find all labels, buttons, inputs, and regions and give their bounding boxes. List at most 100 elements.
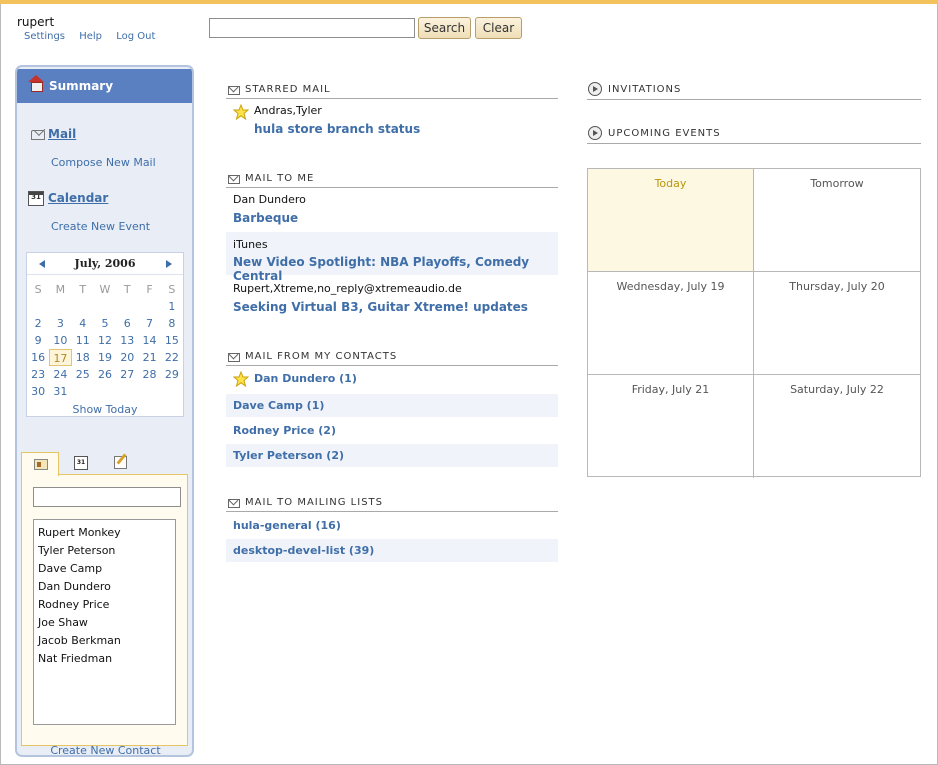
tab-contacts[interactable] — [21, 452, 59, 476]
mail-sender: Dan Dundero — [233, 193, 306, 206]
day-cell-tomorrow[interactable]: Tomorrow — [754, 169, 920, 272]
calendar-day-empty — [138, 383, 160, 400]
calendar-day[interactable]: 13 — [116, 332, 138, 349]
list-item[interactable]: Andras,Tyler hula store branch status — [226, 101, 558, 141]
calendar-day[interactable]: 15 — [161, 332, 183, 349]
star-icon[interactable] — [233, 104, 249, 120]
create-new-event-link[interactable]: Create New Event — [51, 220, 150, 233]
contact-list-item[interactable]: Jacob Berkman — [34, 632, 175, 650]
mail-sender: iTunes — [233, 238, 268, 251]
calendar-day-today[interactable]: 17 — [49, 349, 72, 366]
day-cell[interactable]: Thursday, July 20 — [754, 272, 920, 375]
prev-month-icon[interactable] — [39, 260, 45, 268]
calendar-day[interactable]: 8 — [161, 315, 183, 332]
week-row: 30 31 — [27, 383, 183, 400]
list-item[interactable]: Rodney Price (2) — [226, 419, 558, 442]
next-month-icon[interactable] — [166, 260, 172, 268]
day-cell[interactable]: Friday, July 21 — [588, 375, 754, 478]
calendar-day[interactable]: 5 — [94, 315, 116, 332]
calendar-day-empty — [94, 383, 116, 400]
calendar-day[interactable]: 7 — [138, 315, 160, 332]
clear-button[interactable]: Clear — [475, 17, 522, 39]
mail-subject[interactable]: Seeking Virtual B3, Guitar Xtreme! updat… — [233, 300, 528, 314]
list-item[interactable]: iTunes New Video Spotlight: NBA Playoffs… — [226, 232, 558, 283]
mail-to-me-title: Mail to me — [245, 173, 315, 184]
star-icon[interactable] — [233, 371, 249, 387]
calendar-day[interactable]: 3 — [49, 315, 71, 332]
search-button[interactable]: Search — [418, 17, 471, 39]
contact-list-item[interactable]: Dave Camp — [34, 560, 175, 578]
calendar-day[interactable]: 14 — [138, 332, 160, 349]
logout-link[interactable]: Log Out — [116, 31, 155, 42]
mailing-list-link[interactable]: desktop-devel-list (39) — [233, 544, 374, 557]
day-cell[interactable]: Wednesday, July 19 — [588, 272, 754, 375]
list-item[interactable]: desktop-devel-list (39) — [226, 539, 558, 562]
calendar-day[interactable]: 20 — [116, 349, 138, 366]
show-today-link[interactable]: Show Today — [27, 403, 183, 416]
list-item[interactable]: Dave Camp (1) — [226, 394, 558, 417]
calendar-day-empty — [72, 298, 94, 315]
section-divider — [226, 365, 558, 366]
search-input[interactable] — [209, 18, 415, 38]
contact-mail-link[interactable]: Tyler Peterson (2) — [233, 449, 344, 462]
calendar-day[interactable]: 23 — [27, 366, 49, 383]
summary-tab[interactable]: Summary — [17, 69, 192, 103]
calendar-day[interactable]: 28 — [138, 366, 160, 383]
calendar-day[interactable]: 2 — [27, 315, 49, 332]
list-item[interactable]: Dan Dundero (1) — [226, 367, 558, 391]
weekday-label: S — [168, 283, 176, 296]
calendar-link[interactable]: Calendar — [48, 191, 108, 205]
contact-mail-link[interactable]: Dave Camp (1) — [233, 399, 324, 412]
mail-subject[interactable]: Barbeque — [233, 211, 298, 225]
tab-calendar[interactable]: 31 — [61, 452, 99, 475]
contact-list[interactable]: Rupert Monkey Tyler Peterson Dave Camp Dan … — [33, 519, 176, 725]
mail-from-contacts-title: Mail from my contacts — [245, 351, 398, 362]
calendar-day[interactable]: 6 — [116, 315, 138, 332]
calendar-day[interactable]: 24 — [49, 366, 71, 383]
help-link[interactable]: Help — [79, 31, 102, 42]
calendar-day[interactable]: 12 — [94, 332, 116, 349]
mail-subject[interactable]: hula store branch status — [254, 122, 420, 136]
tab-notes[interactable] — [101, 452, 139, 475]
calendar-day[interactable]: 18 — [72, 349, 94, 366]
contact-list-item[interactable]: Rodney Price — [34, 596, 175, 614]
list-item[interactable]: Rupert,Xtreme,no_reply@xtremeaudio.de Se… — [226, 277, 558, 320]
list-item[interactable]: Dan Dundero Barbeque — [226, 189, 558, 231]
weekday-label: T — [79, 283, 87, 296]
list-item[interactable]: Tyler Peterson (2) — [226, 444, 558, 467]
calendar-day[interactable]: 1 — [161, 298, 183, 315]
calendar-day[interactable]: 30 — [27, 383, 49, 400]
calendar-day[interactable]: 9 — [27, 332, 49, 349]
contact-list-item[interactable]: Dan Dundero — [34, 578, 175, 596]
day-cell[interactable]: Saturday, July 22 — [754, 375, 920, 478]
calendar-day[interactable]: 27 — [116, 366, 138, 383]
calendar-day[interactable]: 22 — [161, 349, 183, 366]
weekday-label: W — [99, 283, 111, 296]
contact-list-item[interactable]: Tyler Peterson — [34, 542, 175, 560]
calendar-day[interactable]: 31 — [49, 383, 71, 400]
calendar-day[interactable]: 26 — [94, 366, 116, 383]
calendar-day[interactable]: 16 — [27, 349, 49, 366]
calendar-day[interactable]: 4 — [72, 315, 94, 332]
create-new-contact-link[interactable]: Create New Contact — [22, 744, 189, 755]
mailing-list-link[interactable]: hula-general (16) — [233, 519, 341, 532]
compose-new-mail-link[interactable]: Compose New Mail — [51, 156, 156, 169]
list-item[interactable]: hula-general (16) — [226, 514, 558, 537]
contact-mail-link[interactable]: Rodney Price (2) — [233, 424, 336, 437]
calendar-day[interactable]: 10 — [49, 332, 71, 349]
contact-mail-link[interactable]: Dan Dundero (1) — [254, 372, 357, 385]
contact-list-item[interactable]: Nat Friedman — [34, 650, 175, 668]
calendar-day-empty — [27, 298, 49, 315]
calendar-day[interactable]: 21 — [138, 349, 160, 366]
mail-link[interactable]: Mail — [48, 127, 76, 141]
contact-list-item[interactable]: Joe Shaw — [34, 614, 175, 632]
calendar-day[interactable]: 19 — [94, 349, 116, 366]
contact-search-input[interactable] — [33, 487, 181, 507]
contact-list-item[interactable]: Rupert Monkey — [34, 524, 175, 542]
calendar-day[interactable]: 29 — [161, 366, 183, 383]
day-cell-today[interactable]: Today — [588, 169, 754, 272]
calendar-day-empty — [72, 383, 94, 400]
calendar-day[interactable]: 11 — [72, 332, 94, 349]
settings-link[interactable]: Settings — [24, 31, 65, 42]
calendar-day[interactable]: 25 — [72, 366, 94, 383]
